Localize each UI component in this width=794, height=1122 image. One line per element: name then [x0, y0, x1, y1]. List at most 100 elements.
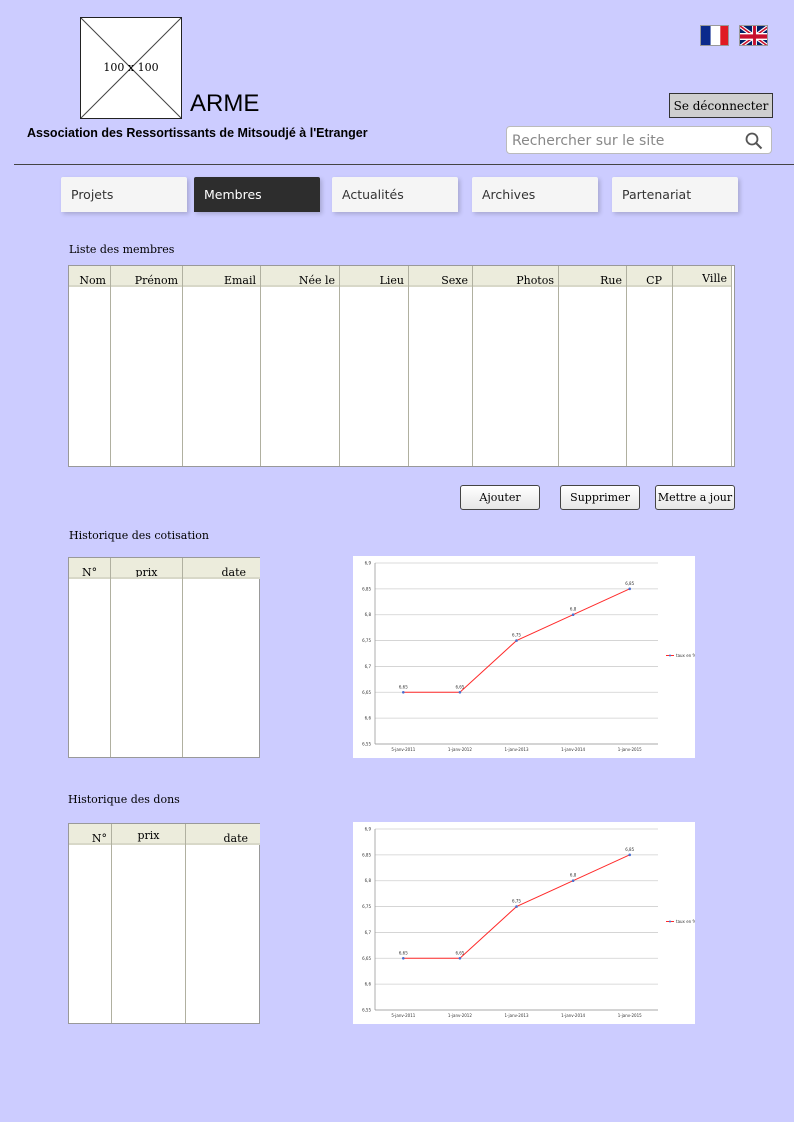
- chart-point: [402, 690, 405, 694]
- dons-col-num: N°: [69, 824, 112, 1023]
- cotisations-chart: 6,55 6,6 6,65 6,7 6,75 6,8 6,85 6,9 5-janv-2011 1…: [353, 556, 695, 758]
- delete-button[interactable]: Supprimer: [560, 485, 640, 510]
- search-box: [506, 126, 772, 154]
- logout-button[interactable]: Se déconnecter: [669, 93, 773, 118]
- cotisations-col-num: N°: [69, 558, 111, 757]
- cotisations-chart-svg: 6,55 6,6 6,65 6,7 6,75 6,8 6,85 6,9 5-janv-2011 1…: [362, 561, 695, 753]
- chart-x-tick-label: 1-janv-2013: [505, 747, 529, 752]
- chart-x-tick-label: 1-janv-2012: [448, 747, 472, 752]
- chart-data-label: 6,65: [399, 684, 408, 689]
- chart-data-label: 6,85: [625, 847, 634, 852]
- chart-y-tick-label: 6,85: [362, 586, 371, 591]
- chart-data-label: 6,85: [625, 581, 634, 586]
- chart-x-tick-label: 1-janv-2012: [448, 1013, 472, 1018]
- fr-flag-icon[interactable]: [700, 25, 729, 46]
- members-col-ville: Ville: [673, 266, 732, 466]
- chart-x-tick-label: 5-janv-2011: [391, 1013, 415, 1018]
- chart-y-tick-label: 6,55: [362, 1008, 371, 1013]
- site-name: ARME: [190, 90, 260, 117]
- chart-data-label: 6,8: [570, 873, 577, 878]
- chart-point: [628, 587, 631, 591]
- chart-legend-marker: [669, 654, 671, 657]
- add-button[interactable]: Ajouter: [460, 485, 540, 510]
- column-header[interactable]: prix: [112, 824, 185, 845]
- search-input[interactable]: [512, 130, 740, 152]
- logo-placeholder: 100 x 100: [80, 17, 182, 119]
- chart-y-tick-label: 6,6: [365, 716, 372, 721]
- chart-point: [515, 905, 518, 908]
- site-tagline: Association des Ressortissants de Mitsou…: [27, 126, 368, 140]
- chart-point: [402, 956, 405, 960]
- column-header[interactable]: Rue: [559, 266, 626, 287]
- chart-data-label: 6,75: [512, 899, 521, 904]
- chart-point: [628, 853, 631, 857]
- header-divider: [14, 164, 794, 165]
- column-header[interactable]: Sexe: [409, 266, 472, 287]
- dons-title: Historique des dons: [68, 793, 180, 806]
- column-header[interactable]: Email: [183, 266, 260, 287]
- chart-y-tick-label: 6,75: [362, 638, 371, 643]
- dons-col-date: date: [186, 824, 260, 1023]
- members-col-rue: Rue: [559, 266, 627, 466]
- tab-membres[interactable]: Membres: [194, 177, 320, 212]
- column-header[interactable]: prix: [111, 558, 182, 579]
- chart-data-label: 6,8: [570, 607, 577, 612]
- column-header[interactable]: date: [186, 824, 260, 845]
- tab-partenariat[interactable]: Partenariat: [612, 177, 738, 212]
- members-col-sexe: Sexe: [409, 266, 473, 466]
- chart-y-tick-label: 6,8: [365, 878, 372, 883]
- cotisations-col-prix: prix: [111, 558, 183, 757]
- chart-y-tick-label: 6,8: [365, 612, 372, 617]
- members-table[interactable]: Nom Prénom Email Née le Lieu Sexe Photos…: [68, 265, 735, 467]
- members-col-prenom: Prénom: [111, 266, 183, 466]
- chart-y-tick-label: 6,6: [365, 982, 372, 987]
- column-header[interactable]: Nom: [69, 266, 110, 287]
- tab-projets[interactable]: Projets: [61, 177, 187, 212]
- chart-x-tick-label: 1-janv-2015: [618, 747, 642, 752]
- members-title: Liste des membres: [69, 243, 175, 256]
- chart-data-label: 6,65: [455, 950, 464, 955]
- column-header[interactable]: date: [183, 558, 260, 579]
- members-col-lieu: Lieu: [340, 266, 409, 466]
- chart-legend-label: taux en %: [676, 653, 695, 658]
- column-header[interactable]: Photos: [473, 266, 558, 287]
- column-header[interactable]: Née le: [261, 266, 339, 287]
- update-button[interactable]: Mettre a jour: [655, 485, 735, 510]
- chart-y-tick-label: 6,65: [362, 690, 371, 695]
- chart-x-tick-label: 1-janv-2014: [561, 747, 585, 752]
- column-header[interactable]: N°: [69, 558, 110, 579]
- cotisations-table[interactable]: N° prix date: [68, 557, 260, 758]
- uk-flag-icon[interactable]: [739, 25, 768, 46]
- cotisations-title: Historique des cotisation: [69, 529, 209, 542]
- chart-legend-label: taux en %: [676, 919, 695, 924]
- chart-y-tick-label: 6,9: [365, 827, 372, 832]
- chart-y-tick-label: 6,65: [362, 956, 371, 961]
- dons-table[interactable]: N° prix date: [68, 823, 260, 1024]
- column-header[interactable]: N°: [69, 824, 111, 845]
- dons-chart-svg: 6,55 6,6 6,65 6,7 6,75 6,8 6,85 6,9 5-janv-2011 1…: [362, 827, 695, 1019]
- chart-y-tick-label: 6,85: [362, 852, 371, 857]
- chart-x-tick-label: 1-janv-2014: [561, 1013, 585, 1018]
- tab-actualites[interactable]: Actualités: [332, 177, 458, 212]
- dons-col-prix: prix: [112, 824, 186, 1023]
- chart-y-tick-label: 6,55: [362, 742, 371, 747]
- column-header[interactable]: Lieu: [340, 266, 408, 287]
- chart-y-tick-label: 6,7: [365, 930, 372, 935]
- chart-data-label: 6,75: [512, 633, 521, 638]
- tab-archives[interactable]: Archives: [472, 177, 598, 212]
- cotisations-col-date: date: [183, 558, 260, 757]
- column-header[interactable]: Prénom: [111, 266, 182, 287]
- chart-y-tick-label: 6,75: [362, 904, 371, 909]
- chart-point: [571, 613, 575, 617]
- members-col-nee-le: Née le: [261, 266, 340, 466]
- members-col-photos: Photos: [473, 266, 559, 466]
- chart-x-tick-label: 1-janv-2015: [618, 1013, 642, 1018]
- chart-y-tick-label: 6,7: [365, 664, 372, 669]
- column-header[interactable]: CP: [627, 266, 672, 287]
- column-header[interactable]: Ville: [673, 266, 731, 287]
- search-icon[interactable]: [745, 132, 763, 150]
- chart-y-tick-label: 6,9: [365, 561, 372, 566]
- chart-point: [458, 690, 462, 694]
- members-col-email: Email: [183, 266, 261, 466]
- chart-x-tick-label: 5-janv-2011: [391, 747, 415, 752]
